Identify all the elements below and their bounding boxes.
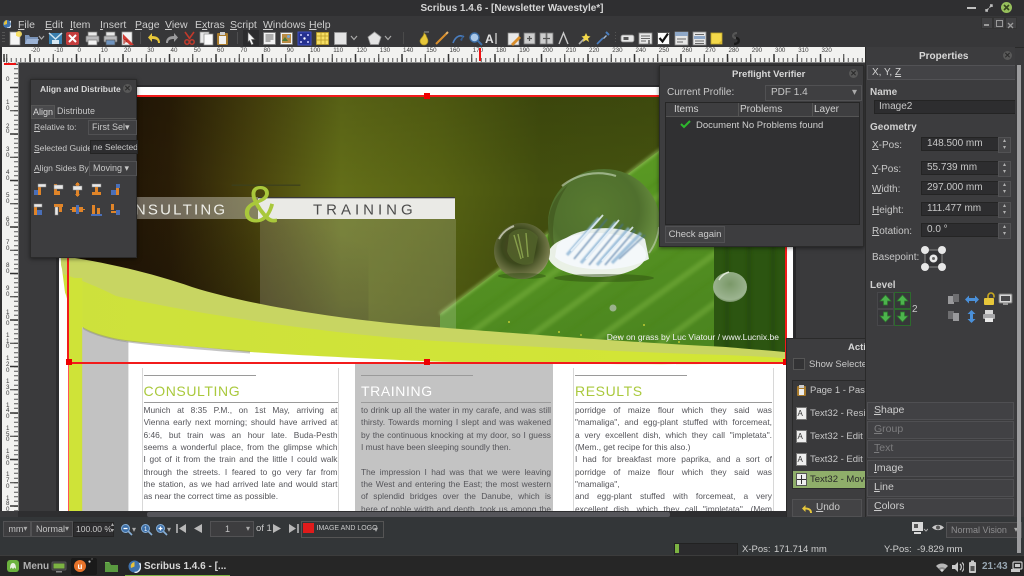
svg-text:Dew on grass by Luc Viatour /: Dew on grass by Luc Viatour / www.Lucnix… xyxy=(607,332,780,342)
svg-text:TRAINING: TRAINING xyxy=(313,202,417,219)
svg-text:A: A xyxy=(798,432,804,441)
svg-text:A: A xyxy=(798,455,804,464)
svg-text:P: P xyxy=(123,39,128,46)
svg-text:A: A xyxy=(485,32,494,46)
svg-text:A: A xyxy=(798,409,804,418)
svg-text:&: & xyxy=(243,176,278,234)
